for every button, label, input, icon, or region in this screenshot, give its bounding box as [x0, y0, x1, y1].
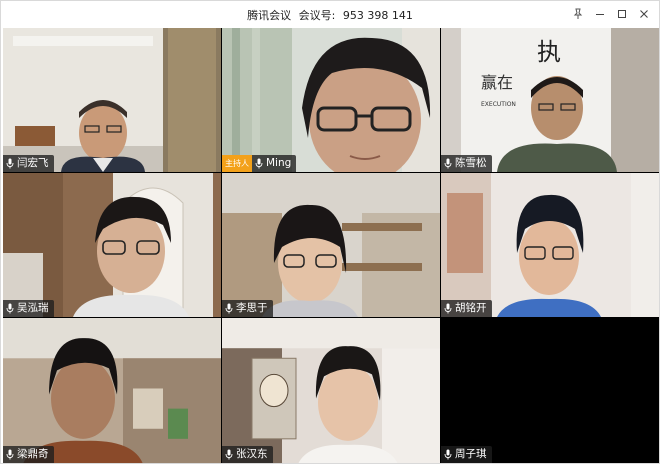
participant-name: Ming: [266, 157, 292, 169]
mic-icon: [6, 449, 15, 461]
video-tile-9[interactable]: 周子琪: [441, 318, 659, 463]
video-feed: [222, 28, 440, 172]
video-feed: 执 赢在 EXECUTION: [441, 28, 659, 172]
meeting-id: 953 398 141: [342, 9, 413, 22]
poster-text: EXECUTION: [481, 101, 516, 108]
maximize-icon[interactable]: [611, 4, 633, 24]
participant-name: 胡铭开: [455, 302, 487, 314]
video-tile-6[interactable]: 胡铭开: [441, 173, 659, 317]
participant-name: 张汉东: [236, 448, 268, 460]
participant-name: 周子琪: [455, 448, 487, 460]
participant-label: 陈雪松: [441, 155, 492, 172]
app-title: 腾讯会议: [247, 9, 292, 22]
video-feed: [3, 173, 221, 317]
participant-label: 周子琪: [441, 446, 492, 463]
participant-label: 主持人 Ming: [222, 155, 297, 172]
participant-label: 梁鼎奇: [3, 446, 54, 463]
mic-icon: [444, 449, 453, 461]
participant-name: 吴泓瑞: [17, 302, 49, 314]
video-feed: [222, 318, 440, 463]
participant-name: 李思于: [236, 302, 268, 314]
participant-name: 闫宏飞: [17, 157, 49, 169]
title-bar[interactable]: 腾讯会议 会议号: 953 398 141: [1, 1, 659, 28]
minimize-icon[interactable]: [589, 4, 611, 24]
meeting-id-label: 会议号:: [298, 9, 336, 22]
video-tile-3[interactable]: 执 赢在 EXECUTION 陈雪松: [441, 28, 659, 172]
mic-icon: [444, 158, 453, 170]
participant-name: 陈雪松: [455, 157, 487, 169]
participant-label: 李思于: [222, 300, 273, 317]
poster-text: 赢在: [481, 73, 513, 92]
pin-icon[interactable]: [567, 4, 589, 24]
mic-icon: [255, 158, 264, 170]
video-feed: [222, 173, 440, 317]
video-tile-5[interactable]: 李思于: [222, 173, 440, 317]
host-badge: 主持人: [222, 155, 252, 172]
close-icon[interactable]: [633, 4, 655, 24]
video-grid: 闫宏飞 主持人 Ming 执 赢在 EXECUTION 陈雪松 吴泓瑞 李思于 …: [3, 28, 659, 463]
mic-icon: [225, 303, 234, 315]
video-feed: [3, 318, 221, 463]
video-feed: [441, 173, 659, 317]
poster-text: 执: [537, 38, 561, 66]
participant-label: 吴泓瑞: [3, 300, 54, 317]
meeting-window: 腾讯会议 会议号: 953 398 141 闫宏飞 主持人 Ming 执 赢在 …: [0, 0, 660, 464]
mic-icon: [6, 303, 15, 315]
mic-icon: [6, 158, 15, 170]
participant-label: 闫宏飞: [3, 155, 54, 172]
mic-icon: [225, 449, 234, 461]
window-controls: [567, 4, 655, 24]
video-feed: [3, 28, 221, 172]
participant-label: 胡铭开: [441, 300, 492, 317]
video-tile-7[interactable]: 梁鼎奇: [3, 318, 221, 463]
video-tile-2[interactable]: 主持人 Ming: [222, 28, 440, 172]
video-tile-4[interactable]: 吴泓瑞: [3, 173, 221, 317]
participant-name: 梁鼎奇: [17, 448, 49, 460]
video-tile-8[interactable]: 张汉东: [222, 318, 440, 463]
mic-icon: [444, 303, 453, 315]
video-tile-1[interactable]: 闫宏飞: [3, 28, 221, 172]
participant-label: 张汉东: [222, 446, 273, 463]
window-title: 腾讯会议 会议号: 953 398 141: [1, 7, 659, 23]
